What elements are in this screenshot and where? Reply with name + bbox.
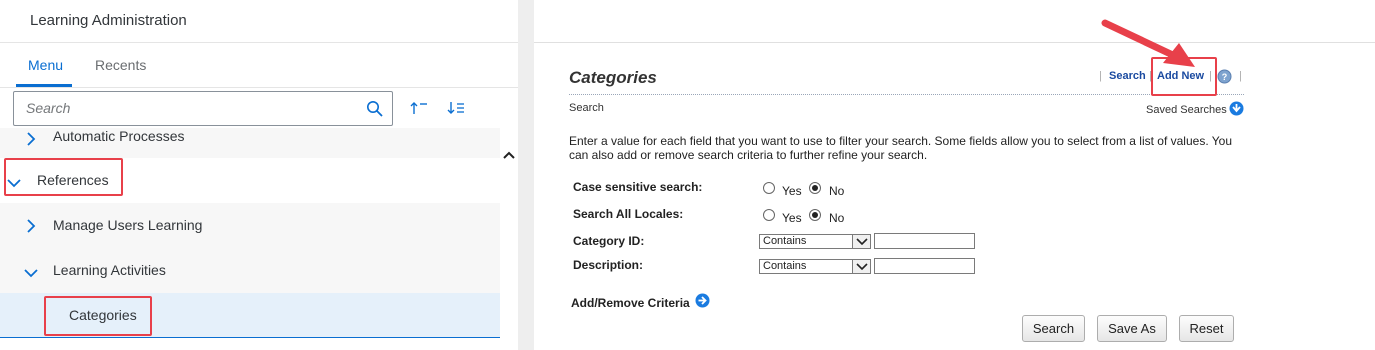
nav-item-label: Learning Activities [53,262,166,278]
panel-divider [518,0,534,350]
save-as-button[interactable]: Save As [1097,315,1167,342]
search-field[interactable] [13,91,393,126]
nav-item-learning-activities[interactable]: Learning Activities [0,248,500,293]
sort-descending-icon[interactable] [446,100,466,121]
header-band [534,0,1375,43]
search-button[interactable]: Search [1022,315,1085,342]
help-icon[interactable]: ? [1217,69,1232,89]
nav-item-automatic-processes[interactable]: Automatic Processes [0,128,500,158]
chevron-right-icon [26,132,36,151]
pointer-arrow-icon [1095,15,1205,80]
select-value: Contains [763,260,807,272]
chevron-right-icon [26,219,36,238]
description-operator-select[interactable]: Contains [759,259,871,274]
highlight-box [4,158,123,196]
saved-searches-label[interactable]: Saved Searches [1146,104,1227,116]
search-icon[interactable] [366,100,384,123]
learning-admin-panel: Learning Administration Menu Recents Aut… [0,0,518,350]
case-sensitive-yes-radio[interactable] [763,182,775,194]
divider [0,87,518,88]
radio-label: No [829,211,845,225]
description-label: Description: [573,258,644,272]
chevron-down-icon[interactable] [852,235,870,248]
case-sensitive-no-radio[interactable] [809,182,821,194]
all-locales-no-radio[interactable] [809,209,821,221]
all-locales-yes-radio[interactable] [763,209,775,221]
chevron-down-icon[interactable] [852,260,870,273]
nav-item-label: Automatic Processes [53,128,185,144]
highlight-box [44,296,152,336]
tab-menu[interactable]: Menu [28,57,63,73]
saved-searches-dropdown-icon[interactable] [1229,101,1244,121]
radio-label: No [829,184,845,198]
radio-label: Yes [782,184,802,198]
nav-item-label: Manage Users Learning [53,217,203,233]
category-id-label: Category ID: [573,234,645,248]
chevron-up-icon[interactable] [503,147,515,165]
divider [569,94,1244,95]
section-label: Search [569,102,604,114]
radio-label: Yes [782,211,802,225]
all-locales-label: Search All Locales: [573,207,684,221]
description-input[interactable] [874,258,975,274]
reset-button[interactable]: Reset [1179,315,1234,342]
tab-recents[interactable]: Recents [95,57,146,73]
chevron-down-icon [24,265,38,283]
search-input[interactable] [26,100,346,116]
page-title: Categories [569,68,657,87]
search-instructions: Enter a value for each field that you wa… [569,134,1233,162]
categories-search-page: Categories | Search | Add New | ? | Sear… [534,0,1375,350]
category-id-operator-select[interactable]: Contains [759,234,871,249]
case-sensitive-label: Case sensitive search: [573,180,703,194]
sort-ascending-icon[interactable] [409,100,429,121]
screen: Learning Administration Menu Recents Aut… [0,0,1375,350]
arrow-right-circle-icon[interactable] [695,293,710,313]
app-title: Learning Administration [30,12,187,29]
select-value: Contains [763,235,807,247]
add-remove-criteria-label[interactable]: Add/Remove Criteria [571,296,690,310]
category-id-input[interactable] [874,233,975,249]
toolbar-separator: | [1239,70,1242,82]
nav-item-manage-users-learning[interactable]: Manage Users Learning [0,203,500,248]
divider [0,42,518,43]
svg-text:?: ? [1222,72,1228,82]
